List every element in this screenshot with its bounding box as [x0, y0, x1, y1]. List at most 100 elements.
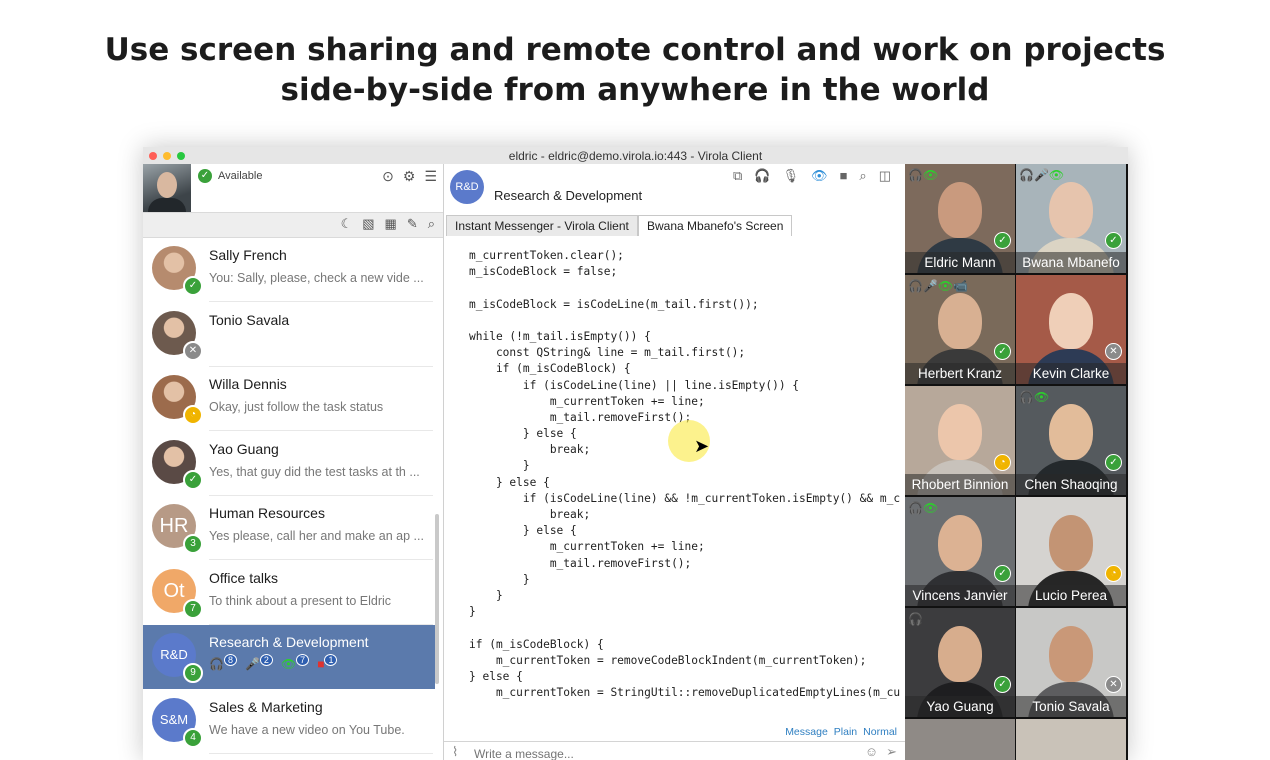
contact-last-message: Yes, that guy did the test tasks at th .…: [209, 464, 420, 479]
contact-item[interactable]: R&D 9 Research & Development 🎧 8 🎤 2 👁 7 ■ 1: [143, 625, 435, 689]
participant-tile[interactable]: 🎧👁 ✓ Chen Shaoqing: [1016, 386, 1126, 495]
contact-item[interactable]: ✕ Tonio Savala: [143, 303, 435, 367]
video-camera-icon[interactable]: ■: [840, 168, 848, 184]
contact-item[interactable]: ◔ Willa Dennis Okay, just follow the task …: [143, 367, 435, 431]
edit-icon[interactable]: ✎: [407, 216, 418, 232]
tab-instant-messenger[interactable]: Instant Messenger - Virola Client: [446, 215, 638, 236]
message-input[interactable]: [472, 744, 856, 760]
participant-face: [938, 515, 982, 571]
participant-tile[interactable]: 🎧🎤👁📹 ✓ Herbert Kranz: [905, 275, 1015, 384]
contact-list: ✓ Sally French You: Sally, please, check a…: [143, 238, 443, 760]
presence-counts: 🎧 8 🎤 2 👁 7 ■ 1: [209, 654, 338, 671]
microphone-icon[interactable]: 🎙: [783, 168, 800, 184]
participant-name: Lucio Perea: [1016, 585, 1126, 606]
contact-name: Office talks: [209, 569, 278, 586]
window-title: eldric - eldric@demo.virola.io:443 - Vir…: [508, 149, 763, 163]
moon-icon[interactable]: ☾: [341, 216, 353, 232]
format-message[interactable]: Message: [785, 726, 828, 738]
conversation-title: Research & Development: [494, 188, 643, 203]
contact-status-badge: ◔: [183, 405, 203, 425]
participant-media-icons: 🎧: [908, 612, 923, 626]
presence-count: 2: [259, 654, 273, 666]
contacts-scrollbar[interactable]: [435, 514, 439, 684]
search-icon[interactable]: ⌕: [428, 216, 435, 232]
app-window: eldric - eldric@demo.virola.io:443 - Vir…: [143, 147, 1128, 760]
image-icon[interactable]: ▧: [362, 216, 374, 232]
contact-last-message: To think about a present to Eldric: [209, 593, 392, 608]
contact-name: Tonio Savala: [209, 311, 290, 328]
tab-shared-screen[interactable]: Bwana Mbanefo's Screen: [638, 215, 793, 237]
participant-tile[interactable]: 🎧 ✓ Yao Guang: [905, 608, 1015, 717]
eye-icon[interactable]: 👁: [811, 168, 828, 184]
camera-icon[interactable]: ⊙: [382, 168, 394, 185]
code-line: }: [469, 572, 530, 586]
participant-tile[interactable]: ✕ Tonio Savala: [1016, 608, 1126, 717]
participant-status-badge: ✓: [1105, 454, 1122, 471]
conversation-toolbar: ⧉ 🎧 🎙 👁 ■ ⌕ ◫: [733, 168, 891, 184]
participant-media-icons: 🎧👁: [1019, 390, 1050, 404]
participant-name: Tonio Savala: [1016, 696, 1126, 717]
microphone-icon: 🎤 2: [245, 654, 273, 671]
participant-tile[interactable]: 🎧🎤👁 ✓ Bwana Mbanefo: [1016, 164, 1126, 273]
contact-status-badge: 9: [183, 663, 203, 683]
code-line: if (isCodeLine(line) && !m_currentToken.…: [469, 491, 901, 505]
contact-name: Willa Dennis: [209, 376, 287, 392]
shared-screen-view[interactable]: m_currentToken.clear(); m_isCodeBlock = f…: [444, 236, 905, 726]
presence-count: 1: [324, 654, 338, 666]
conversation-pane: R&D Research & Development ⧉ 🎧 🎙 👁 ■ ⌕ ◫…: [444, 164, 905, 760]
contacts-toolbar: ☾ ▧ ▦ ✎ ⌕: [143, 212, 443, 238]
message-composer: ⌇ ☺ ➢: [444, 741, 905, 760]
contact-item[interactable]: ✓ Yao Guang Yes, that guy did the test tas…: [143, 432, 435, 496]
contact-item[interactable]: ✓ Sally French You: Sally, please, check a…: [143, 238, 435, 302]
gear-icon[interactable]: ⚙: [403, 168, 416, 185]
participants-grid: 🎧👁 ✓ Eldric Mann 🎧🎤👁 ✓ Bwana Mbanefo 🎧🎤👁📹 ✓ Herb…: [905, 164, 1128, 760]
participant-tile[interactable]: 🎧👁 ✓ Vincens Janvier: [905, 497, 1015, 606]
participant-tile[interactable]: 🎧👁 ✓ Eldric Mann: [905, 164, 1015, 273]
my-status[interactable]: ✓ Available: [198, 169, 262, 183]
contact-item[interactable]: Ot 7 Office talks To think about a present …: [143, 561, 435, 625]
video-camera-icon: ■ 1: [317, 654, 338, 671]
participant-status-badge: ✓: [994, 676, 1011, 693]
participant-media-icons: 🎧👁: [908, 168, 939, 182]
code-line: m_isCodeBlock = isCodeLine(m_tail.first(…: [469, 297, 759, 311]
participant-name: Bwana Mbanefo: [1016, 252, 1126, 273]
contact-name: Research & Development: [209, 634, 369, 650]
contact-item[interactable]: HR 3 Human Resources Yes please, call her a…: [143, 496, 435, 560]
participant-tile[interactable]: ◔ Rhobert Binnion: [905, 386, 1015, 495]
participant-face: [1049, 404, 1093, 460]
participant-tile[interactable]: [1016, 719, 1126, 760]
contact-last-message: Yes please, call her and make an ap ...: [209, 529, 424, 543]
emoji-icon[interactable]: ☺: [865, 744, 878, 760]
contact-status-badge: ✕: [183, 340, 203, 361]
search-icon[interactable]: ⌕: [859, 168, 866, 184]
code-line: m_currentToken.clear();: [469, 249, 624, 262]
format-plain[interactable]: Plain: [834, 726, 857, 738]
calendar-icon[interactable]: ▦: [385, 216, 397, 232]
screens-icon[interactable]: ⧉: [733, 168, 742, 184]
participant-name: Eldric Mann: [905, 252, 1015, 273]
participant-tile[interactable]: [905, 719, 1015, 760]
headline-line-2: side-by-side from anywhere in the world: [280, 72, 990, 108]
eye-icon: 👁 7: [281, 654, 310, 671]
code-line: const QString& line = m_tail.first();: [469, 346, 746, 360]
code-line: m_tail.removeFirst();: [469, 556, 692, 570]
participant-face: [1049, 293, 1093, 349]
conversation-avatar: R&D: [450, 170, 484, 204]
participant-tile[interactable]: ✕ Kevin Clarke: [1016, 275, 1126, 384]
participant-name: Yao Guang: [905, 696, 1015, 717]
attach-icon[interactable]: ⌇: [452, 744, 458, 760]
code-line: }: [469, 605, 476, 619]
format-normal[interactable]: Normal: [863, 726, 897, 738]
format-options: Message Plain Normal: [785, 726, 897, 738]
headphones-icon[interactable]: 🎧: [754, 168, 770, 184]
contact-item[interactable]: S&M 4 Sales & Marketing We have a new video…: [143, 690, 435, 754]
my-avatar[interactable]: [143, 164, 191, 212]
menu-icon[interactable]: ☰: [424, 168, 437, 185]
participant-tile[interactable]: ◔ Lucio Perea: [1016, 497, 1126, 606]
panel-icon[interactable]: ◫: [879, 168, 891, 184]
contacts-pane: ✓ Available ⊙ ⚙ ☰ ☾ ▧ ▦ ✎ ⌕ ✓ Sally Frenc…: [143, 164, 444, 760]
tab-bar: Instant Messenger - Virola Client Bwana …: [444, 215, 905, 237]
code-line: m_currentToken += line;: [469, 540, 705, 554]
send-icon[interactable]: ➢: [886, 744, 897, 760]
